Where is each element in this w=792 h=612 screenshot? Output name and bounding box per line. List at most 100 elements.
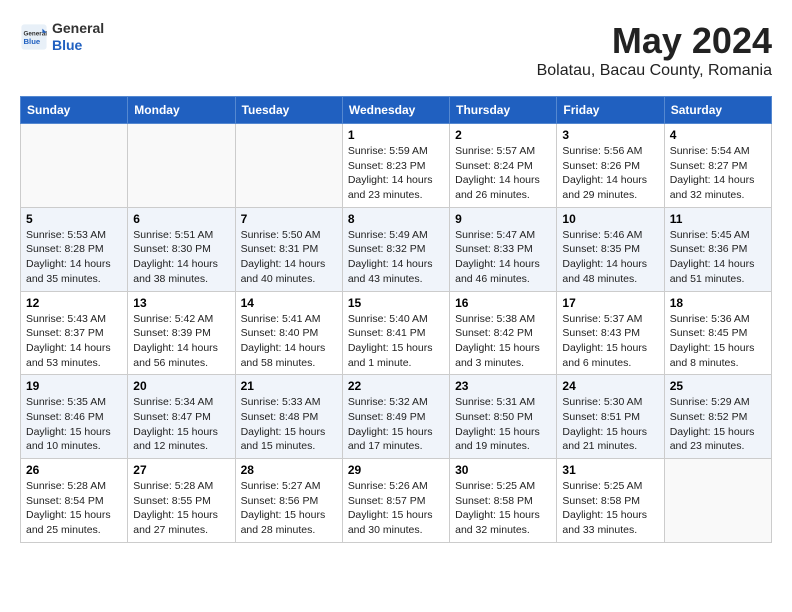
day-number: 27 bbox=[133, 463, 229, 477]
day-detail: Sunrise: 5:30 AM Sunset: 8:51 PM Dayligh… bbox=[562, 395, 658, 454]
calendar-cell: 19Sunrise: 5:35 AM Sunset: 8:46 PM Dayli… bbox=[21, 375, 128, 459]
calendar-table: SundayMondayTuesdayWednesdayThursdayFrid… bbox=[20, 96, 772, 543]
calendar-cell: 4 Sunrise: 5:54 AM Sunset: 8:27 PM Daylig… bbox=[664, 124, 771, 208]
calendar-cell: 1 Sunrise: 5:59 AM Sunset: 8:23 PM Daylig… bbox=[342, 124, 449, 208]
day-number: 11 bbox=[670, 212, 766, 226]
day-detail: Sunrise: 5:26 AM Sunset: 8:57 PM Dayligh… bbox=[348, 479, 444, 538]
day-number: 25 bbox=[670, 379, 766, 393]
page-subtitle: Bolatau, Bacau County, Romania bbox=[537, 62, 772, 80]
day-detail: Sunrise: 5:59 AM Sunset: 8:23 PM Dayligh… bbox=[348, 144, 444, 203]
calendar-week-row: 1 Sunrise: 5:59 AM Sunset: 8:23 PM Daylig… bbox=[21, 124, 772, 208]
day-number: 14 bbox=[241, 296, 337, 310]
day-detail: Sunrise: 5:57 AM Sunset: 8:24 PM Dayligh… bbox=[455, 144, 551, 203]
day-detail: Sunrise: 5:38 AM Sunset: 8:42 PM Dayligh… bbox=[455, 312, 551, 371]
day-detail: Sunrise: 5:42 AM Sunset: 8:39 PM Dayligh… bbox=[133, 312, 229, 371]
calendar-cell: 8 Sunrise: 5:49 AM Sunset: 8:32 PM Daylig… bbox=[342, 207, 449, 291]
day-detail: Sunrise: 5:41 AM Sunset: 8:40 PM Dayligh… bbox=[241, 312, 337, 371]
day-detail: Sunrise: 5:43 AM Sunset: 8:37 PM Dayligh… bbox=[26, 312, 122, 371]
day-number: 28 bbox=[241, 463, 337, 477]
calendar-cell: 30Sunrise: 5:25 AM Sunset: 8:58 PM Dayli… bbox=[450, 459, 557, 543]
day-number: 12 bbox=[26, 296, 122, 310]
day-detail: Sunrise: 5:28 AM Sunset: 8:54 PM Dayligh… bbox=[26, 479, 122, 538]
day-number: 16 bbox=[455, 296, 551, 310]
calendar-cell: 26 Sunrise: 5:28 AM Sunset: 8:54 PM Dayli… bbox=[21, 459, 128, 543]
day-number: 2 bbox=[455, 128, 551, 142]
calendar-cell: 22 Sunrise: 5:32 AM Sunset: 8:49 PM Dayli… bbox=[342, 375, 449, 459]
calendar-week-row: 5 Sunrise: 5:53 AM Sunset: 8:28 PM Daylig… bbox=[21, 207, 772, 291]
day-detail: Sunrise: 5:25 AM Sunset: 8:58 PM Dayligh… bbox=[562, 479, 658, 538]
day-detail: Sunrise: 5:25 AM Sunset: 8:58 PM Dayligh… bbox=[455, 479, 551, 538]
day-detail: Sunrise: 5:50 AM Sunset: 8:31 PM Dayligh… bbox=[241, 228, 337, 287]
day-number: 3 bbox=[562, 128, 658, 142]
weekday-header: Sunday bbox=[21, 97, 128, 124]
day-detail: Sunrise: 5:29 AM Sunset: 8:52 PM Dayligh… bbox=[670, 395, 766, 454]
day-detail: Sunrise: 5:33 AM Sunset: 8:48 PM Dayligh… bbox=[241, 395, 337, 454]
calendar-week-row: 19Sunrise: 5:35 AM Sunset: 8:46 PM Dayli… bbox=[21, 375, 772, 459]
day-detail: Sunrise: 5:32 AM Sunset: 8:49 PM Dayligh… bbox=[348, 395, 444, 454]
calendar-cell: 3Sunrise: 5:56 AM Sunset: 8:26 PM Daylig… bbox=[557, 124, 664, 208]
logo-text: General Blue bbox=[52, 20, 104, 54]
day-number: 20 bbox=[133, 379, 229, 393]
calendar-cell: 10 Sunrise: 5:46 AM Sunset: 8:35 PM Dayli… bbox=[557, 207, 664, 291]
day-detail: Sunrise: 5:54 AM Sunset: 8:27 PM Dayligh… bbox=[670, 144, 766, 203]
calendar-cell: 2 Sunrise: 5:57 AM Sunset: 8:24 PM Daylig… bbox=[450, 124, 557, 208]
calendar-cell: 9Sunrise: 5:47 AM Sunset: 8:33 PM Daylig… bbox=[450, 207, 557, 291]
calendar-cell: 25 Sunrise: 5:29 AM Sunset: 8:52 PM Dayli… bbox=[664, 375, 771, 459]
day-detail: Sunrise: 5:27 AM Sunset: 8:56 PM Dayligh… bbox=[241, 479, 337, 538]
day-detail: Sunrise: 5:45 AM Sunset: 8:36 PM Dayligh… bbox=[670, 228, 766, 287]
day-number: 13 bbox=[133, 296, 229, 310]
day-number: 19 bbox=[26, 379, 122, 393]
day-number: 22 bbox=[348, 379, 444, 393]
weekday-header-row: SundayMondayTuesdayWednesdayThursdayFrid… bbox=[21, 97, 772, 124]
weekday-header: Tuesday bbox=[235, 97, 342, 124]
day-number: 26 bbox=[26, 463, 122, 477]
weekday-header: Saturday bbox=[664, 97, 771, 124]
calendar-week-row: 12 Sunrise: 5:43 AM Sunset: 8:37 PM Dayli… bbox=[21, 291, 772, 375]
day-number: 4 bbox=[670, 128, 766, 142]
calendar-cell: 6 Sunrise: 5:51 AM Sunset: 8:30 PM Daylig… bbox=[128, 207, 235, 291]
calendar-cell: 7 Sunrise: 5:50 AM Sunset: 8:31 PM Daylig… bbox=[235, 207, 342, 291]
calendar-cell: 18Sunrise: 5:36 AM Sunset: 8:45 PM Dayli… bbox=[664, 291, 771, 375]
day-number: 31 bbox=[562, 463, 658, 477]
calendar-cell: 14 Sunrise: 5:41 AM Sunset: 8:40 PM Dayli… bbox=[235, 291, 342, 375]
calendar-cell: 24 Sunrise: 5:30 AM Sunset: 8:51 PM Dayli… bbox=[557, 375, 664, 459]
day-detail: Sunrise: 5:34 AM Sunset: 8:47 PM Dayligh… bbox=[133, 395, 229, 454]
calendar-cell bbox=[235, 124, 342, 208]
calendar-cell bbox=[664, 459, 771, 543]
weekday-header: Friday bbox=[557, 97, 664, 124]
logo-general-text: General bbox=[52, 20, 104, 37]
day-number: 15 bbox=[348, 296, 444, 310]
calendar-cell: 16 Sunrise: 5:38 AM Sunset: 8:42 PM Dayli… bbox=[450, 291, 557, 375]
day-number: 17 bbox=[562, 296, 658, 310]
day-number: 29 bbox=[348, 463, 444, 477]
calendar-cell: 12 Sunrise: 5:43 AM Sunset: 8:37 PM Dayli… bbox=[21, 291, 128, 375]
day-detail: Sunrise: 5:53 AM Sunset: 8:28 PM Dayligh… bbox=[26, 228, 122, 287]
logo-blue-text: Blue bbox=[52, 37, 104, 54]
day-number: 6 bbox=[133, 212, 229, 226]
day-detail: Sunrise: 5:51 AM Sunset: 8:30 PM Dayligh… bbox=[133, 228, 229, 287]
calendar-cell: 29 Sunrise: 5:26 AM Sunset: 8:57 PM Dayli… bbox=[342, 459, 449, 543]
day-detail: Sunrise: 5:40 AM Sunset: 8:41 PM Dayligh… bbox=[348, 312, 444, 371]
day-detail: Sunrise: 5:37 AM Sunset: 8:43 PM Dayligh… bbox=[562, 312, 658, 371]
calendar-cell: 11 Sunrise: 5:45 AM Sunset: 8:36 PM Dayli… bbox=[664, 207, 771, 291]
svg-text:Blue: Blue bbox=[24, 37, 41, 46]
calendar-week-row: 26 Sunrise: 5:28 AM Sunset: 8:54 PM Dayli… bbox=[21, 459, 772, 543]
calendar-cell bbox=[21, 124, 128, 208]
day-number: 1 bbox=[348, 128, 444, 142]
weekday-header: Monday bbox=[128, 97, 235, 124]
day-detail: Sunrise: 5:49 AM Sunset: 8:32 PM Dayligh… bbox=[348, 228, 444, 287]
calendar-cell: 13 Sunrise: 5:42 AM Sunset: 8:39 PM Dayli… bbox=[128, 291, 235, 375]
day-detail: Sunrise: 5:36 AM Sunset: 8:45 PM Dayligh… bbox=[670, 312, 766, 371]
day-number: 23 bbox=[455, 379, 551, 393]
day-number: 8 bbox=[348, 212, 444, 226]
day-number: 7 bbox=[241, 212, 337, 226]
day-number: 10 bbox=[562, 212, 658, 226]
logo: General Blue General Blue bbox=[20, 20, 104, 54]
calendar-cell bbox=[128, 124, 235, 208]
page-title: May 2024 bbox=[537, 20, 772, 62]
day-detail: Sunrise: 5:46 AM Sunset: 8:35 PM Dayligh… bbox=[562, 228, 658, 287]
day-number: 5 bbox=[26, 212, 122, 226]
day-number: 24 bbox=[562, 379, 658, 393]
title-block: May 2024 Bolatau, Bacau County, Romania bbox=[537, 20, 772, 80]
day-detail: Sunrise: 5:28 AM Sunset: 8:55 PM Dayligh… bbox=[133, 479, 229, 538]
